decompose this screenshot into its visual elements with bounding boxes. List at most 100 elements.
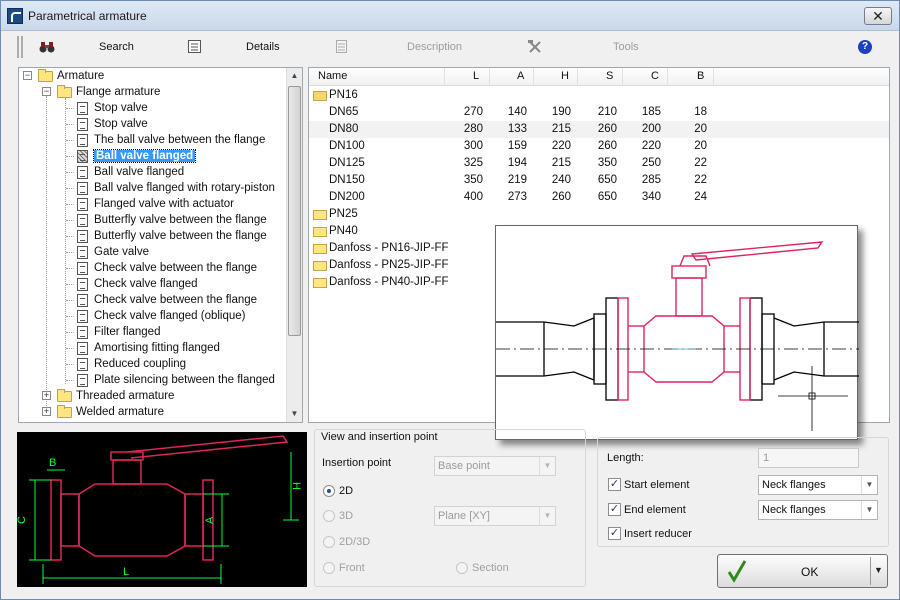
- table-row[interactable]: DN80 280 133 215 260 200 20: [309, 121, 889, 138]
- folder-icon: [313, 227, 327, 237]
- tree-item[interactable]: Amortising fitting flanged: [94, 340, 220, 356]
- expand-icon[interactable]: +: [42, 407, 51, 416]
- column-header[interactable]: B: [697, 70, 704, 82]
- armature-tree[interactable]: − Armature − Flange armature Stop valve S…: [18, 67, 303, 423]
- cell-c: 200: [641, 123, 661, 135]
- tree-item-flange-armature[interactable]: Flange armature: [76, 84, 160, 100]
- plane-select[interactable]: Plane [XY] ▼: [434, 506, 556, 526]
- document-icon: [77, 198, 88, 211]
- cell-h: 215: [551, 157, 571, 169]
- cell-b: 22: [694, 174, 707, 186]
- binoculars-icon[interactable]: [39, 40, 55, 54]
- cell-name: DN80: [329, 123, 359, 135]
- tree-item[interactable]: The ball valve between the flange: [94, 132, 265, 148]
- tree-item[interactable]: Ball valve flanged: [94, 164, 184, 180]
- table-row[interactable]: DN65 270 140 190 210 185 18: [309, 104, 889, 121]
- radio-2d[interactable]: [323, 485, 335, 497]
- folder-icon: [38, 69, 53, 82]
- insertion-point-select[interactable]: Base point ▼: [434, 456, 556, 476]
- close-button[interactable]: ✕: [864, 7, 892, 25]
- collapse-icon[interactable]: −: [23, 71, 32, 80]
- cell-h: 190: [551, 106, 571, 118]
- toolbar-grip[interactable]: [17, 36, 23, 58]
- collapse-icon[interactable]: −: [42, 87, 51, 96]
- tree-item-armature[interactable]: Armature: [57, 68, 104, 84]
- length-input[interactable]: 1: [758, 448, 859, 468]
- column-header[interactable]: H: [561, 70, 569, 82]
- chevron-down-icon: ▼: [861, 501, 877, 519]
- tree-item[interactable]: Gate valve: [94, 244, 149, 260]
- folder-icon: [57, 405, 72, 418]
- details-icon[interactable]: [187, 40, 201, 54]
- tree-item[interactable]: Check valve between the flange: [94, 260, 257, 276]
- scroll-up-icon[interactable]: ▲: [287, 68, 302, 84]
- document-icon: [77, 166, 88, 179]
- tree-item[interactable]: Flanged valve with actuator: [94, 196, 234, 212]
- tree-item[interactable]: Check valve between the flange: [94, 292, 257, 308]
- column-header[interactable]: Name: [318, 70, 347, 82]
- tree-item[interactable]: Ball valve flanged with rotary-piston: [94, 180, 275, 196]
- title-bar[interactable]: Parametrical armature ✕: [1, 1, 899, 31]
- folder-icon: [57, 389, 72, 402]
- table-row[interactable]: DN100 300 159 220 260 220 20: [309, 138, 889, 155]
- folder-row[interactable]: PN25: [309, 206, 889, 223]
- radio-3d-label: 3D: [339, 510, 354, 522]
- ok-dropdown-icon[interactable]: ▼: [874, 565, 883, 575]
- tree-item[interactable]: Filter flanged: [94, 324, 160, 340]
- help-icon[interactable]: ?: [858, 40, 872, 54]
- tree-scrollbar[interactable]: ▲ ▼: [286, 68, 302, 422]
- radio-section[interactable]: [456, 562, 468, 574]
- radio-3d[interactable]: [323, 510, 335, 522]
- expand-icon[interactable]: +: [42, 391, 51, 400]
- cell-h: 215: [551, 123, 571, 135]
- tree-item[interactable]: Stop valve: [94, 100, 148, 116]
- tree-item[interactable]: Check valve flanged: [94, 276, 198, 292]
- tree-item[interactable]: Ball valve flanged: [92, 148, 197, 164]
- tree-item-group[interactable]: Threaded armature: [76, 388, 174, 404]
- tree-item[interactable]: Butterfly valve between the flange: [94, 212, 267, 228]
- scroll-down-icon[interactable]: ▼: [287, 406, 302, 422]
- cell-l: 270: [463, 106, 483, 118]
- tree-item[interactable]: Butterfly valve between the flange: [94, 228, 267, 244]
- radio-front-label: Front: [339, 562, 365, 574]
- start-element-label: Start element: [624, 479, 690, 491]
- tools-button[interactable]: Tools: [613, 41, 639, 53]
- table-row[interactable]: DN125 325 194 215 350 250 22: [309, 155, 889, 172]
- cell-s: 210: [597, 106, 617, 118]
- insert-reducer-checkbox[interactable]: ✓: [608, 527, 621, 540]
- column-header[interactable]: S: [606, 70, 613, 82]
- insert-reducer-label: Insert reducer: [624, 528, 692, 540]
- dimension-label-b: B: [49, 457, 56, 469]
- cell-l: 325: [463, 157, 483, 169]
- column-header[interactable]: A: [517, 70, 524, 82]
- start-element-checkbox[interactable]: ✓: [608, 478, 621, 491]
- cell-b: 22: [694, 157, 707, 169]
- document-icon: [77, 182, 88, 195]
- tree-item-group[interactable]: Welded armature: [76, 404, 164, 420]
- cell-c: 285: [641, 174, 661, 186]
- table-row[interactable]: DN200 400 273 260 650 340 24: [309, 189, 889, 206]
- search-button[interactable]: Search: [99, 41, 134, 53]
- description-button[interactable]: Description: [407, 41, 462, 53]
- folder-icon: [57, 85, 72, 98]
- column-header[interactable]: C: [651, 70, 659, 82]
- tree-item[interactable]: Plate silencing between the flanged: [94, 372, 275, 388]
- scroll-thumb[interactable]: [288, 86, 301, 336]
- end-element-checkbox[interactable]: ✓: [608, 503, 621, 516]
- document-icon: [77, 326, 88, 339]
- ok-button[interactable]: OK ▼: [717, 554, 888, 588]
- folder-row[interactable]: PN16: [309, 87, 889, 104]
- tree-item[interactable]: Check valve flanged (oblique): [94, 308, 246, 324]
- start-element-select[interactable]: Neck flanges ▼: [758, 475, 878, 495]
- document-icon: [77, 118, 88, 131]
- column-header[interactable]: L: [473, 70, 479, 82]
- cell-b: 20: [694, 140, 707, 152]
- tree-item[interactable]: Reduced coupling: [94, 356, 186, 372]
- radio-front[interactable]: [323, 562, 335, 574]
- end-element-select[interactable]: Neck flanges ▼: [758, 500, 878, 520]
- details-button[interactable]: Details: [246, 41, 280, 53]
- tree-item[interactable]: Stop valve: [94, 116, 148, 132]
- table-row[interactable]: DN150 350 219 240 650 285 22: [309, 172, 889, 189]
- radio-2d3d[interactable]: [323, 536, 335, 548]
- cell-h: 240: [551, 174, 571, 186]
